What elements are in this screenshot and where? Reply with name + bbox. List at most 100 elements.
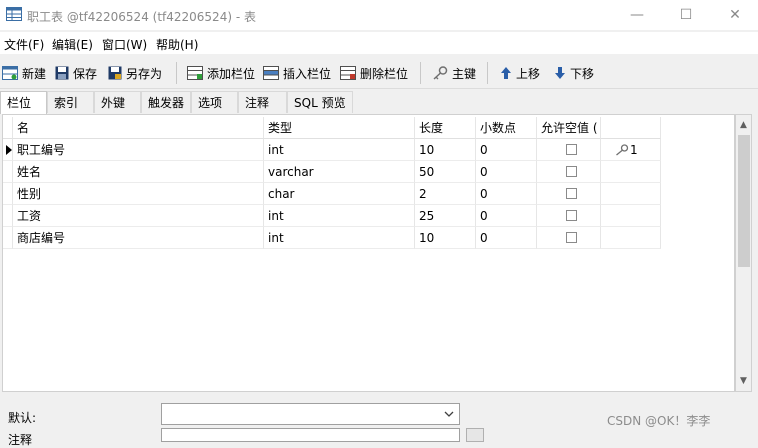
- cell-name[interactable]: 职工编号: [13, 139, 264, 161]
- cell-name[interactable]: 工资: [13, 205, 264, 227]
- scroll-up-icon[interactable]: ▲: [736, 117, 751, 133]
- tab-comments[interactable]: 注释: [238, 91, 287, 113]
- scrollbar-thumb[interactable]: [738, 135, 750, 267]
- cell-key[interactable]: [601, 183, 661, 205]
- allow-null-checkbox[interactable]: [566, 210, 577, 221]
- add-field-button[interactable]: 添加栏位: [187, 63, 255, 83]
- save-button[interactable]: 保存: [55, 63, 97, 83]
- cell-length[interactable]: 10: [415, 139, 476, 161]
- tab-bar: 栏位 索引 外键 触发器 选项 注释 SQL 预览: [0, 89, 758, 114]
- row-selector[interactable]: [3, 205, 13, 227]
- delete-field-label: 删除栏位: [360, 66, 409, 81]
- cell-key[interactable]: [601, 161, 661, 183]
- cell-name[interactable]: 商店编号: [13, 227, 264, 249]
- cell-length[interactable]: 10: [415, 227, 476, 249]
- cell-allow-null: [537, 161, 601, 183]
- default-label: 默认:: [8, 411, 37, 425]
- cell-name[interactable]: 姓名: [13, 161, 264, 183]
- allow-null-checkbox[interactable]: [566, 232, 577, 243]
- arrow-up-icon: [501, 67, 511, 79]
- column-header-key[interactable]: [601, 117, 661, 139]
- tab-indexes[interactable]: 索引: [47, 91, 94, 113]
- cell-type[interactable]: char: [264, 183, 415, 205]
- menu-help[interactable]: 帮助(H): [156, 36, 198, 53]
- cell-length[interactable]: 50: [415, 161, 476, 183]
- chevron-down-icon: [444, 411, 454, 417]
- new-button[interactable]: 新建: [2, 63, 46, 83]
- save-icon: [55, 66, 69, 80]
- cell-type[interactable]: varchar: [264, 161, 415, 183]
- column-header-decimals[interactable]: 小数点: [476, 117, 537, 139]
- comment-expand-button[interactable]: [466, 428, 484, 442]
- cell-key[interactable]: [601, 227, 661, 249]
- column-header-name[interactable]: 名: [13, 117, 264, 139]
- watermark: CSDN @OK！李李: [607, 414, 711, 428]
- save-as-button[interactable]: 另存为: [108, 63, 162, 83]
- add-field-icon: [187, 66, 203, 80]
- row-selector[interactable]: [3, 161, 13, 183]
- cell-key[interactable]: 1: [601, 139, 661, 161]
- cell-decimals[interactable]: 0: [476, 227, 537, 249]
- close-button[interactable]: ✕: [712, 0, 758, 30]
- save-as-icon: [108, 66, 122, 80]
- delete-field-button[interactable]: 删除栏位: [340, 63, 408, 83]
- cell-decimals[interactable]: 0: [476, 205, 537, 227]
- arrow-down-icon: [555, 67, 565, 79]
- maximize-button[interactable]: ☐: [663, 0, 709, 30]
- move-up-button[interactable]: 上移: [500, 63, 540, 83]
- allow-null-checkbox[interactable]: [566, 166, 577, 177]
- cell-decimals[interactable]: 0: [476, 161, 537, 183]
- row-selector[interactable]: [3, 183, 13, 205]
- tab-sql-preview[interactable]: SQL 预览: [287, 91, 353, 113]
- column-header-length[interactable]: 长度: [415, 117, 476, 139]
- menu-window[interactable]: 窗口(W): [102, 36, 147, 53]
- row-selector[interactable]: [3, 139, 13, 161]
- column-header-type[interactable]: 类型: [264, 117, 415, 139]
- tab-foreign-keys[interactable]: 外键: [94, 91, 141, 113]
- table-app-icon: [6, 7, 22, 21]
- toolbar-separator: [176, 62, 177, 84]
- menu-edit[interactable]: 编辑(E): [52, 36, 93, 53]
- column-header-allow-null[interactable]: 允许空值 (: [537, 117, 601, 139]
- cell-length[interactable]: 2: [415, 183, 476, 205]
- move-down-button[interactable]: 下移: [554, 63, 594, 83]
- cell-type[interactable]: int: [264, 139, 415, 161]
- cell-allow-null: [537, 227, 601, 249]
- cell-key[interactable]: [601, 205, 661, 227]
- key-icon: [616, 144, 629, 156]
- menu-file[interactable]: 文件(F): [4, 36, 44, 53]
- row-selector[interactable]: [3, 227, 13, 249]
- tab-options[interactable]: 选项: [191, 91, 238, 113]
- cell-length[interactable]: 25: [415, 205, 476, 227]
- new-label: 新建: [22, 66, 47, 81]
- insert-field-button[interactable]: 插入栏位: [263, 63, 331, 83]
- primary-key-order: 1: [630, 143, 638, 157]
- primary-key-button[interactable]: 主键: [432, 63, 476, 83]
- default-value-select[interactable]: [161, 403, 460, 425]
- save-label: 保存: [73, 66, 98, 81]
- fields-grid: 名 类型 长度 小数点 允许空值 ( 职工编号 int 10 0 1 姓名 varchar 5…: [2, 114, 735, 392]
- key-icon: [433, 66, 448, 80]
- tab-fields[interactable]: 栏位: [0, 91, 47, 114]
- row-selector-header: [3, 117, 13, 139]
- save-as-label: 另存为: [126, 66, 163, 81]
- vertical-scrollbar[interactable]: ▲ ▼: [735, 114, 752, 392]
- title-bar: 职工表 @tf42206524 (tf42206524) - 表 — ☐ ✕: [0, 0, 758, 30]
- toolbar-separator: [420, 62, 421, 84]
- insert-field-icon: [263, 66, 279, 80]
- cell-name[interactable]: 性别: [13, 183, 264, 205]
- toolbar: 新建 保存 另存为 添加栏位 插入栏位 删除栏位 主键 上移 下移: [0, 58, 758, 89]
- cell-decimals[interactable]: 0: [476, 183, 537, 205]
- allow-null-checkbox[interactable]: [566, 144, 577, 155]
- cell-type[interactable]: int: [264, 205, 415, 227]
- cell-type[interactable]: int: [264, 227, 415, 249]
- cell-decimals[interactable]: 0: [476, 139, 537, 161]
- delete-field-icon: [340, 66, 356, 80]
- window-title: 职工表 @tf42206524 (tf42206524) - 表: [27, 10, 256, 24]
- move-up-label: 上移: [516, 66, 541, 81]
- scroll-down-icon[interactable]: ▼: [736, 373, 751, 389]
- comment-field[interactable]: [161, 428, 460, 442]
- minimize-button[interactable]: —: [614, 0, 660, 30]
- allow-null-checkbox[interactable]: [566, 188, 577, 199]
- tab-triggers[interactable]: 触发器: [141, 91, 191, 113]
